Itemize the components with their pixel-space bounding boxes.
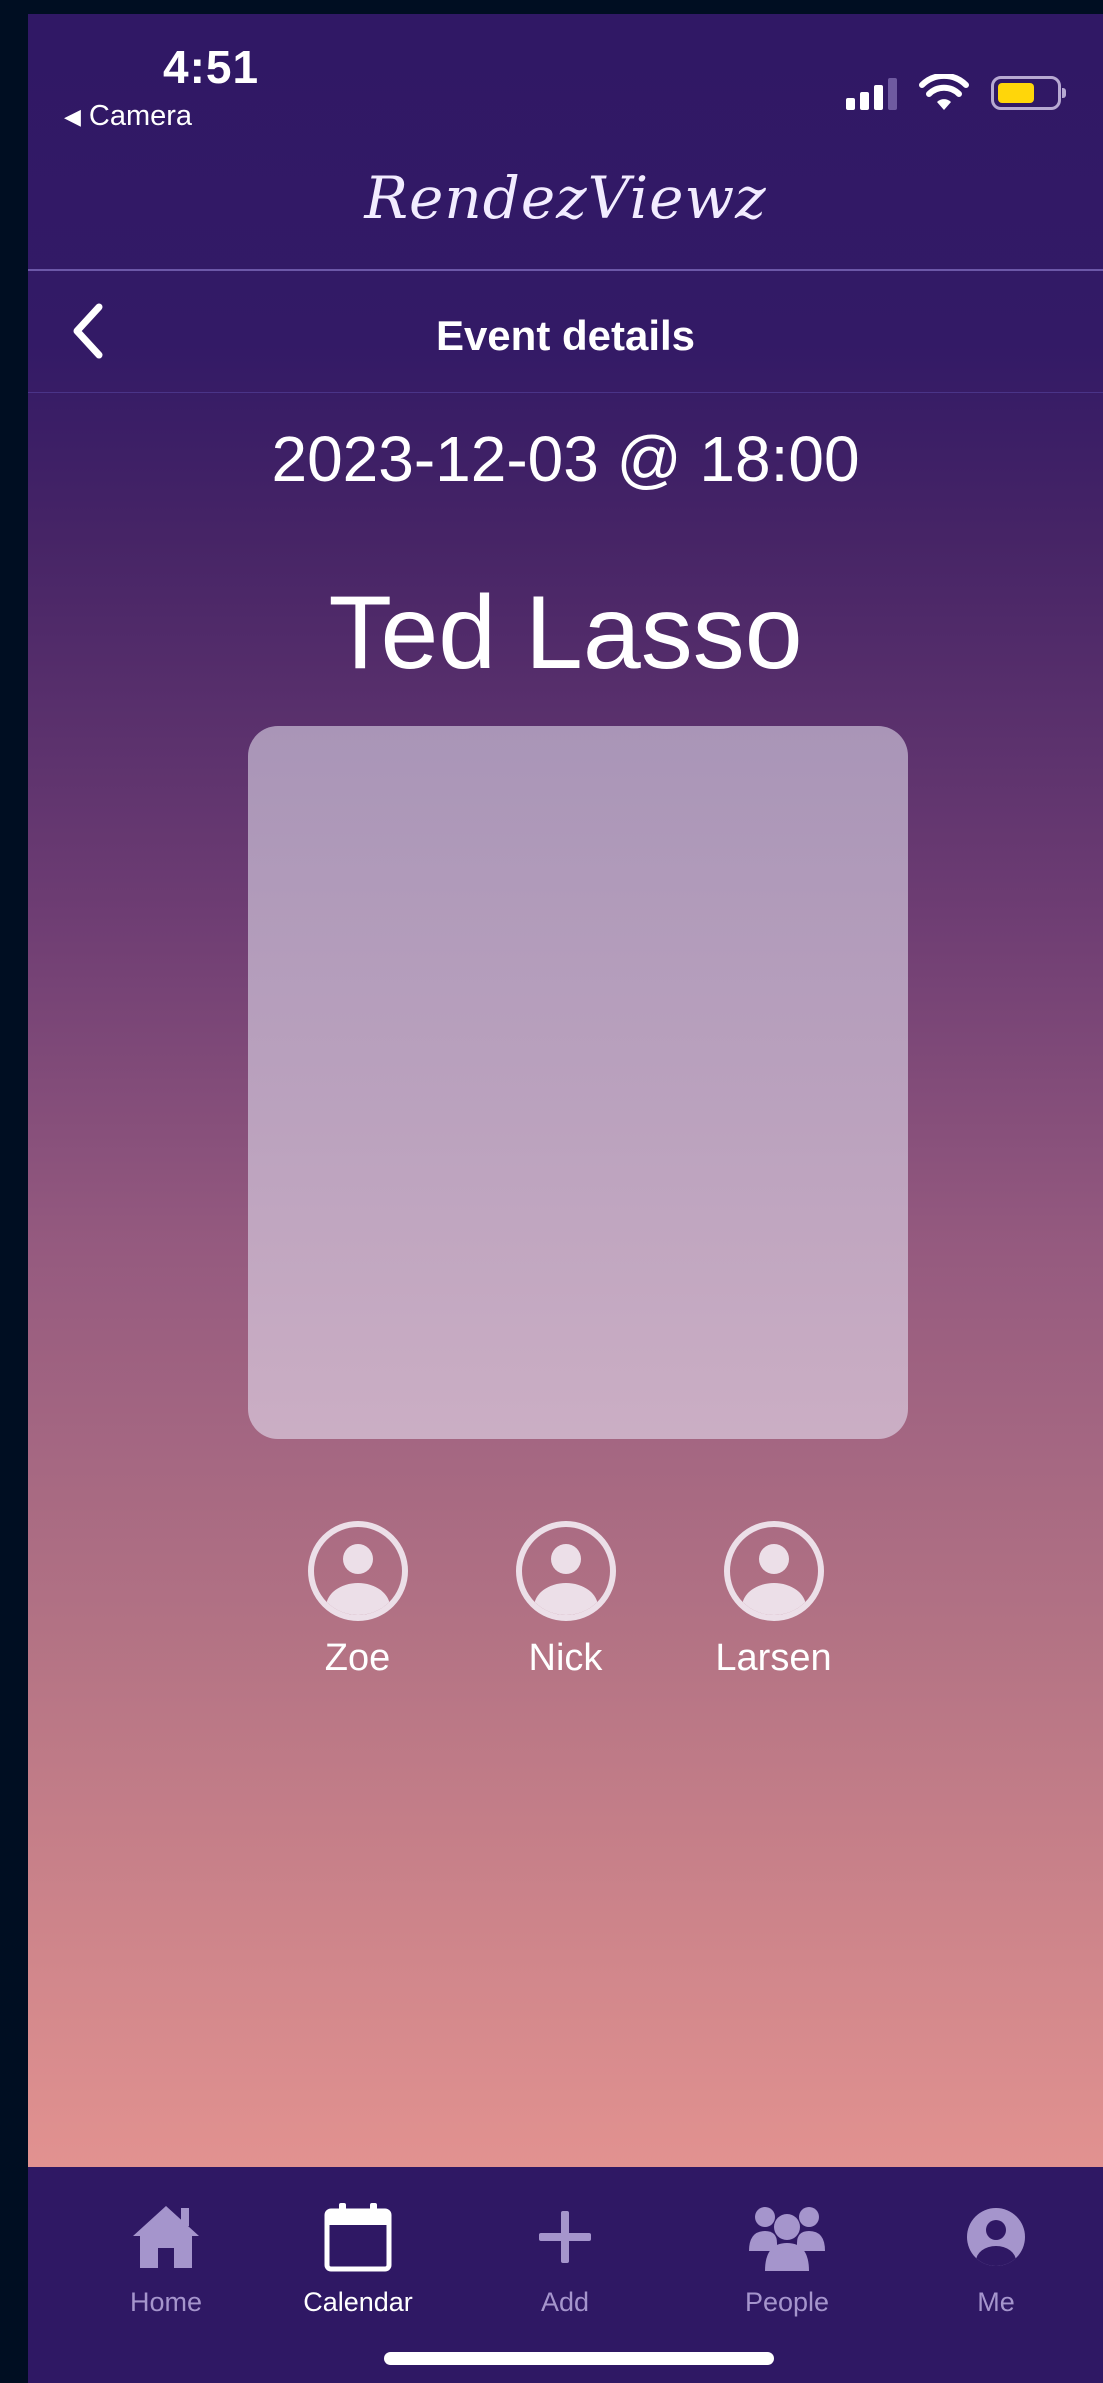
page-title: Event details	[435, 312, 696, 359]
bottom-tab-bar: Home Calendar Add People Me	[28, 2167, 1103, 2383]
event-title: Ted Lasso	[328, 575, 803, 691]
attendee-name: Nick	[528, 1637, 603, 1679]
status-time: 4:51	[163, 41, 260, 93]
user-circle-icon	[723, 1521, 824, 1621]
calendar-icon	[324, 2203, 392, 2272]
back-app-label: Camera	[88, 100, 193, 132]
attendee-name: Zoe	[324, 1637, 391, 1679]
tab-label: Home	[129, 2287, 203, 2317]
user-circle-icon	[515, 1521, 616, 1621]
tab-label: Calendar	[303, 2287, 413, 2317]
status-bar: 4:51 ◀ Camera	[28, 14, 1103, 134]
attendee-item[interactable]: Nick	[462, 1519, 670, 1680]
status-icons	[846, 74, 1066, 112]
user-circle-icon	[307, 1521, 408, 1621]
attendee-list: Zoe Nick Larsen	[28, 1519, 1103, 1680]
tab-label: Me	[977, 2287, 1015, 2317]
home-icon	[133, 2206, 199, 2268]
home-indicator[interactable]	[384, 2352, 774, 2365]
brand-logo: RendezViewz	[364, 164, 767, 232]
user-icon	[967, 2208, 1025, 2266]
app-screen: 4:51 ◀ Camera RendezViewz Event details	[28, 14, 1103, 2383]
wifi-icon	[919, 74, 969, 110]
tab-label: People	[744, 2287, 830, 2317]
event-datetime: 2023-12-03 @ 18:00	[271, 423, 860, 495]
tab-home[interactable]: Home	[66, 2197, 266, 2318]
nav-divider	[28, 392, 1103, 393]
cellular-signal-icon	[846, 76, 897, 110]
header-divider	[28, 269, 1103, 271]
attendee-item[interactable]: Zoe	[254, 1519, 462, 1680]
tab-me[interactable]: Me	[896, 2197, 1096, 2318]
back-to-app-link[interactable]: ◀ Camera	[64, 100, 192, 133]
tab-label: Add	[540, 2287, 590, 2317]
people-icon	[749, 2207, 825, 2271]
back-triangle-icon: ◀	[64, 103, 81, 129]
event-image-placeholder	[248, 726, 908, 1439]
navigation-header: Event details	[28, 272, 1103, 392]
tab-calendar[interactable]: Calendar	[258, 2197, 458, 2318]
tab-add[interactable]: Add	[465, 2197, 665, 2318]
plus-icon	[539, 2211, 591, 2263]
attendee-name: Larsen	[715, 1637, 832, 1679]
attendee-item[interactable]: Larsen	[670, 1519, 878, 1680]
battery-icon	[991, 76, 1066, 110]
tab-people[interactable]: People	[687, 2197, 887, 2318]
